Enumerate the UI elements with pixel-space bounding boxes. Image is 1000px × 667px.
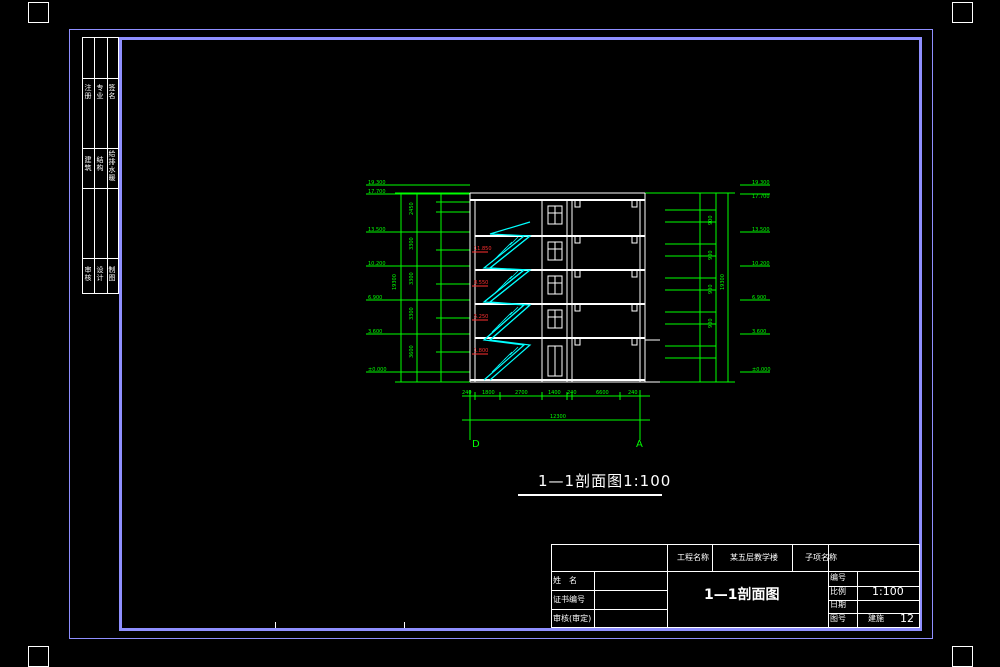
bottom-dim-labels: 240 1800 2700 1400 240 6600 240 12300 <box>462 390 638 420</box>
svg-text:240: 240 <box>567 390 577 396</box>
svg-text:1400: 1400 <box>548 390 561 396</box>
svg-text:3.600: 3.600 <box>368 329 382 335</box>
svg-text:900: 900 <box>708 250 714 260</box>
svg-text:6.900: 6.900 <box>752 295 766 301</box>
axis-label-a: A <box>636 439 643 450</box>
tb-sheet-value: 12 <box>900 612 914 625</box>
svg-text:240: 240 <box>628 390 638 396</box>
drawing-title-underline <box>518 494 662 496</box>
bottom-tick-2 <box>404 622 405 628</box>
svg-text:900: 900 <box>708 284 714 294</box>
tb-scale-label: 比例 <box>830 587 846 596</box>
svg-text:±0.000: ±0.000 <box>752 367 771 373</box>
svg-text:3300: 3300 <box>409 237 415 250</box>
windows <box>547 205 563 377</box>
svg-text:2700: 2700 <box>515 390 528 396</box>
drawing-title: 1—1剖面图1:100 <box>538 472 672 490</box>
tb-review-label: 审核(审定) <box>553 614 592 623</box>
beams <box>574 199 638 346</box>
svg-text:17.700: 17.700 <box>752 194 770 200</box>
building-outline <box>469 192 660 383</box>
tb-scale-value: 1:100 <box>872 585 904 598</box>
svg-text:3300: 3300 <box>409 272 415 285</box>
tb-subitem-label: 子项名称 <box>805 553 837 562</box>
svg-text:17.700: 17.700 <box>368 189 386 195</box>
svg-text:1.800: 1.800 <box>474 348 488 354</box>
tb-sheet-label: 图号 <box>830 614 846 623</box>
svg-text:3600: 3600 <box>409 345 415 358</box>
svg-text:900: 900 <box>708 318 714 328</box>
svg-text:5.250: 5.250 <box>474 314 488 320</box>
tb-cert-label: 证书编号 <box>553 595 585 604</box>
svg-text:1800: 1800 <box>482 390 495 396</box>
tb-date-label: 日期 <box>830 600 846 609</box>
svg-text:240: 240 <box>462 390 472 396</box>
svg-text:6600: 6600 <box>596 390 609 396</box>
tb-no-label: 编号 <box>830 573 846 582</box>
svg-text:11.850: 11.850 <box>474 246 492 252</box>
svg-text:19300: 19300 <box>392 274 398 290</box>
axis-label-d: D <box>472 439 480 450</box>
svg-text:10.200: 10.200 <box>752 261 770 267</box>
tb-drawing-name: 1—1剖面图 <box>704 587 780 603</box>
tb-project-value: 某五层教学楼 <box>730 553 778 562</box>
right-dimension-lines <box>645 184 770 383</box>
svg-text:13.500: 13.500 <box>752 227 770 233</box>
svg-text:3.600: 3.600 <box>752 329 766 335</box>
svg-text:19.300: 19.300 <box>752 180 770 186</box>
left-dimension-lines <box>366 184 470 383</box>
svg-text:2450: 2450 <box>409 202 415 215</box>
svg-text:±0.000: ±0.000 <box>368 367 387 373</box>
svg-text:8.550: 8.550 <box>474 280 488 286</box>
tb-project-label: 工程名称 <box>677 553 709 562</box>
svg-text:900: 900 <box>708 215 714 225</box>
tb-name-label: 姓 名 <box>553 576 577 585</box>
tb-sheet-prefix: 建施 <box>868 614 884 623</box>
svg-text:19.300: 19.300 <box>368 180 386 186</box>
svg-text:19300: 19300 <box>720 274 726 290</box>
svg-text:6.900: 6.900 <box>368 295 382 301</box>
right-level-labels: 19.300 17.700 13.500 10.200 6.900 3.600 … <box>708 180 771 373</box>
svg-text:3300: 3300 <box>409 307 415 320</box>
left-level-labels: 19.300 17.700 13.500 10.200 6.900 3.600 … <box>368 180 415 373</box>
svg-text:12300: 12300 <box>550 414 566 420</box>
svg-text:13.500: 13.500 <box>368 227 386 233</box>
svg-text:10.200: 10.200 <box>368 261 386 267</box>
floor-slabs <box>470 199 645 381</box>
bottom-tick-1 <box>275 622 276 628</box>
